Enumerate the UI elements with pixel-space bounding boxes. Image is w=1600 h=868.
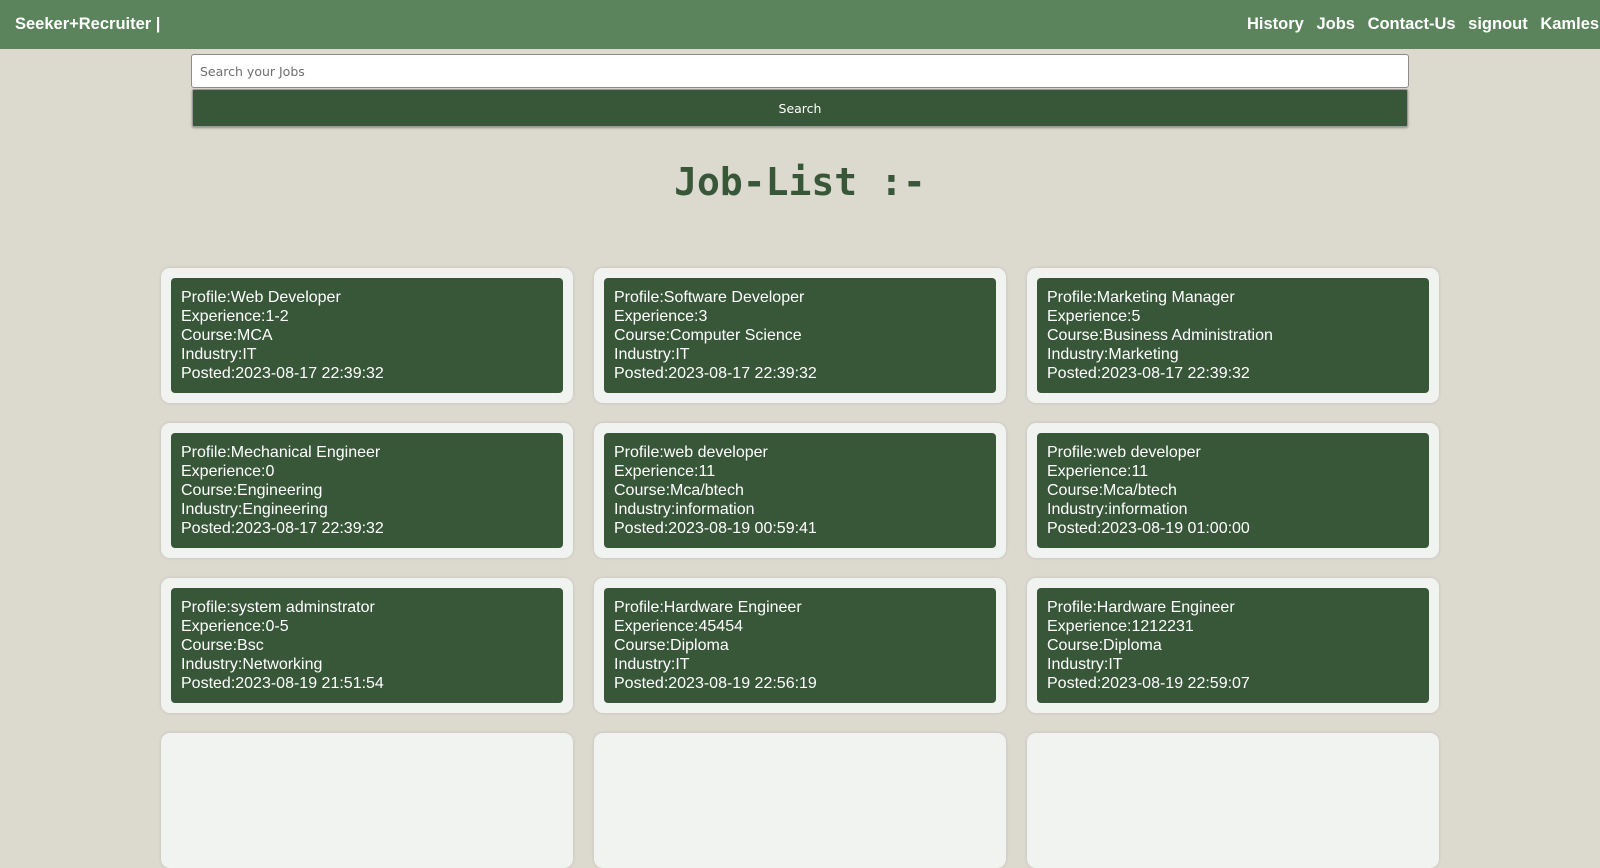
job-card-body[interactable]: Profile:Web Developer Experience:1-2 Cou… (171, 278, 563, 393)
job-card-partial (161, 733, 573, 868)
job-industry: Industry:IT (614, 346, 690, 363)
job-experience: Experience:3 (614, 308, 708, 325)
job-card-body[interactable]: Profile:Marketing Manager Experience:5 C… (1037, 278, 1429, 393)
job-posted-date: Posted:2023-08-19 21:51:54 (181, 675, 384, 692)
job-industry: Industry:information (1047, 501, 1188, 518)
job-card-body[interactable]: Profile:system adminstrator Experience:0… (171, 588, 563, 703)
job-card-body[interactable]: Profile:Hardware Engineer Experience:454… (604, 588, 996, 703)
job-course: Course:MCA (181, 327, 273, 344)
job-course: Course:Diploma (614, 637, 729, 654)
job-industry: Industry:IT (614, 656, 690, 673)
job-posted-date: Posted:2023-08-19 00:59:41 (614, 520, 817, 537)
job-card-body[interactable]: Profile:Software Developer Experience:3 … (604, 278, 996, 393)
job-profile: Profile:web developer (614, 444, 768, 461)
job-card: Profile:Marketing Manager Experience:5 C… (1027, 268, 1439, 403)
job-experience: Experience:11 (1047, 463, 1149, 480)
job-profile: Profile:Marketing Manager (1047, 289, 1235, 306)
job-course: Course:Mca/btech (1047, 482, 1177, 499)
nav-link-contact-us[interactable]: Contact-Us (1368, 15, 1456, 33)
search-input[interactable] (191, 54, 1409, 88)
job-posted-date: Posted:2023-08-19 22:56:19 (614, 675, 817, 692)
job-card: Profile:web developer Experience:11 Cour… (1027, 423, 1439, 558)
job-course: Course:Business Administration (1047, 327, 1273, 344)
job-experience: Experience:0 (181, 463, 275, 480)
brand-logo-text[interactable]: Seeker+Recruiter | (15, 15, 160, 34)
job-profile: Profile:web developer (1047, 444, 1201, 461)
job-course: Course:Diploma (1047, 637, 1162, 654)
job-card: Profile:Mechanical Engineer Experience:0… (161, 423, 573, 558)
job-card-partial (594, 733, 1006, 868)
job-experience: Experience:5 (1047, 308, 1141, 325)
job-experience: Experience:11 (614, 463, 716, 480)
job-industry: Industry:IT (181, 346, 257, 363)
job-card: Profile:Hardware Engineer Experience:454… (594, 578, 1006, 713)
job-experience: Experience:0-5 (181, 618, 289, 635)
job-list-grid: Profile:Web Developer Experience:1-2 Cou… (161, 268, 1439, 868)
job-card: Profile:system adminstrator Experience:0… (161, 578, 573, 713)
job-experience: Experience:1212231 (1047, 618, 1194, 635)
job-card-partial (1027, 733, 1439, 868)
job-course: Course:Mca/btech (614, 482, 744, 499)
job-profile: Profile:Hardware Engineer (1047, 599, 1235, 616)
job-industry: Industry:Networking (181, 656, 323, 673)
search-button[interactable]: Search (192, 89, 1408, 127)
job-posted-date: Posted:2023-08-17 22:39:32 (181, 365, 384, 382)
nav-links: History Jobs Contact-Us signout Kamlesh … (1247, 15, 1600, 34)
job-industry: Industry:Engineering (181, 501, 328, 518)
job-card: Profile:Hardware Engineer Experience:121… (1027, 578, 1439, 713)
page-title: Job-List :- (674, 160, 926, 204)
nav-link-history[interactable]: History (1247, 15, 1304, 33)
job-posted-date: Posted:2023-08-19 01:00:00 (1047, 520, 1250, 537)
job-card: Profile:Software Developer Experience:3 … (594, 268, 1006, 403)
job-card-body[interactable]: Profile:web developer Experience:11 Cour… (604, 433, 996, 548)
job-card-body[interactable]: Profile:Mechanical Engineer Experience:0… (171, 433, 563, 548)
job-experience: Experience:1-2 (181, 308, 289, 325)
job-industry: Industry:Marketing (1047, 346, 1179, 363)
job-profile: Profile:Hardware Engineer (614, 599, 802, 616)
job-posted-date: Posted:2023-08-17 22:39:32 (181, 520, 384, 537)
job-profile: Profile:Mechanical Engineer (181, 444, 381, 461)
job-posted-date: Posted:2023-08-17 22:39:32 (614, 365, 817, 382)
top-navbar: Seeker+Recruiter | History Jobs Contact-… (0, 0, 1600, 49)
job-course: Course:Computer Science (614, 327, 802, 344)
job-card: Profile:Web Developer Experience:1-2 Cou… (161, 268, 573, 403)
job-posted-date: Posted:2023-08-17 22:39:32 (1047, 365, 1250, 382)
job-profile: Profile:system adminstrator (181, 599, 375, 616)
job-card: Profile:web developer Experience:11 Cour… (594, 423, 1006, 558)
job-profile: Profile:Web Developer (181, 289, 341, 306)
nav-link-jobs[interactable]: Jobs (1316, 15, 1355, 33)
job-course: Course:Bsc (181, 637, 264, 654)
job-industry: Industry:information (614, 501, 755, 518)
job-card-body[interactable]: Profile:Hardware Engineer Experience:121… (1037, 588, 1429, 703)
nav-link-user-name[interactable]: Kamlesh S (1540, 15, 1600, 33)
job-industry: Industry:IT (1047, 656, 1123, 673)
job-card-body[interactable]: Profile:web developer Experience:11 Cour… (1037, 433, 1429, 548)
job-experience: Experience:45454 (614, 618, 743, 635)
nav-link-signout[interactable]: signout (1468, 15, 1528, 33)
job-posted-date: Posted:2023-08-19 22:59:07 (1047, 675, 1250, 692)
job-profile: Profile:Software Developer (614, 289, 805, 306)
job-course: Course:Engineering (181, 482, 323, 499)
